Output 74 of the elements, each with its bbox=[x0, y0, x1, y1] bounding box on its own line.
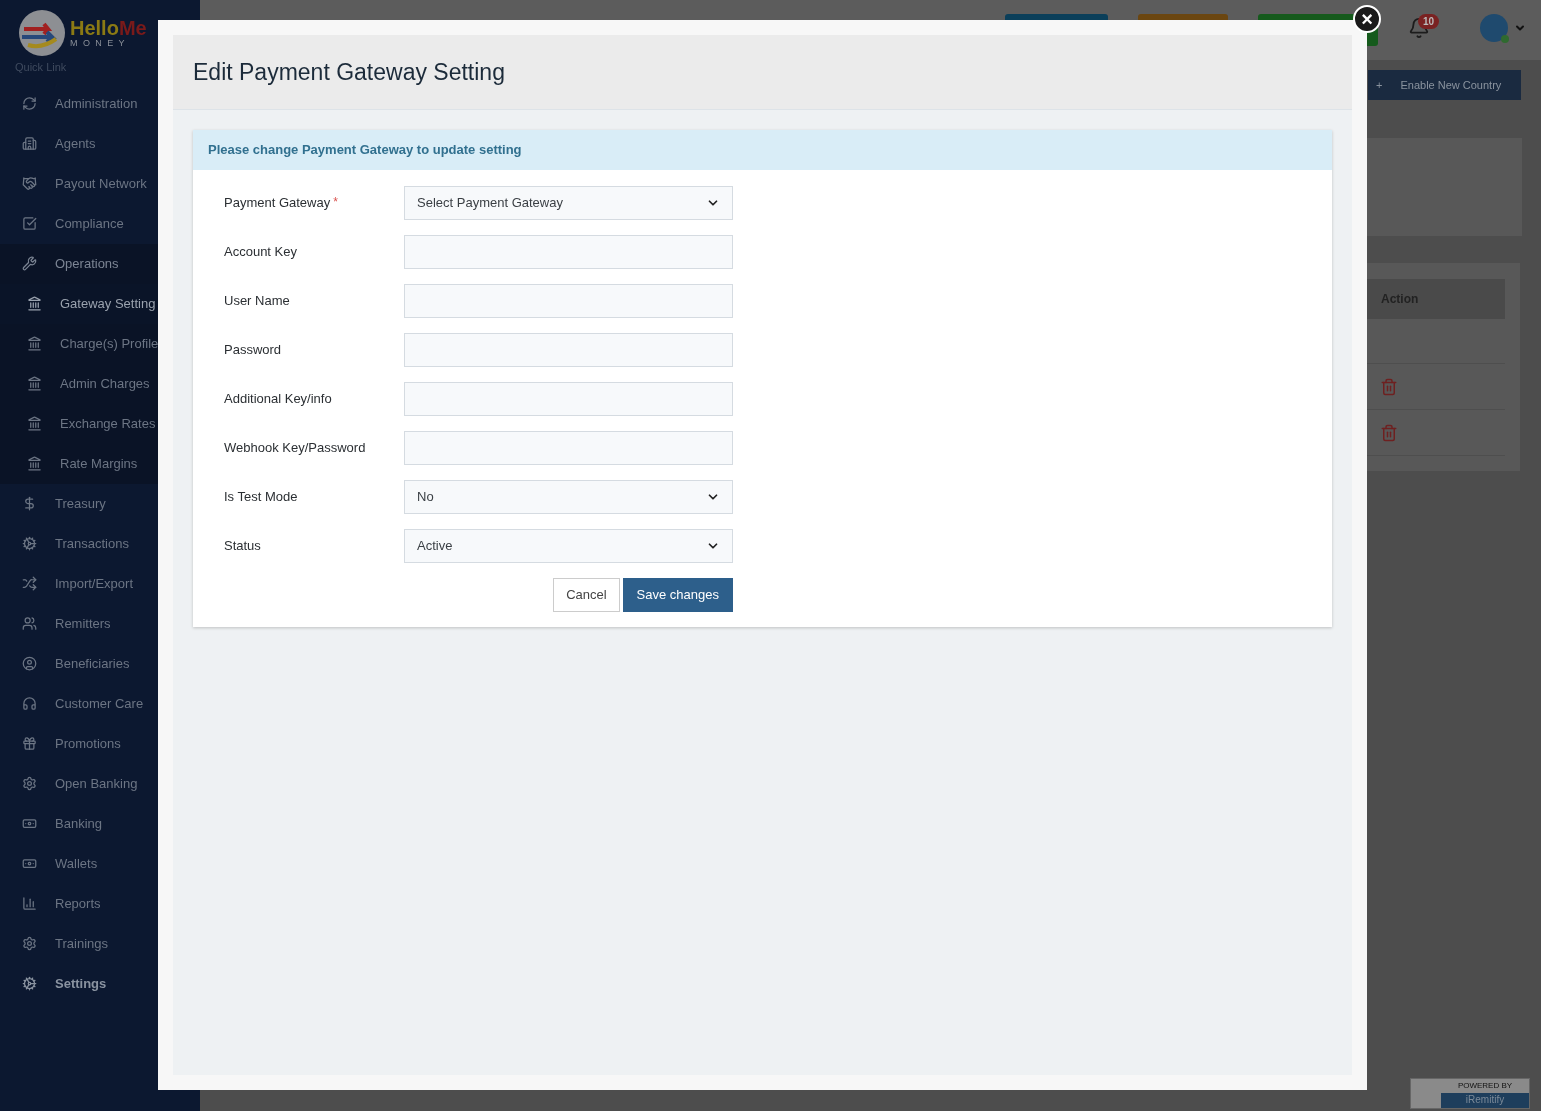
notification-badge: 10 bbox=[1418, 14, 1440, 29]
brand-subtitle: MONEY bbox=[70, 39, 131, 48]
select-field[interactable]: Active bbox=[404, 529, 733, 563]
sidebar-item[interactable]: Transactions bbox=[0, 523, 200, 564]
checkbox-icon bbox=[22, 216, 37, 231]
field-label: Account Key bbox=[224, 243, 297, 262]
sidebar-item[interactable]: Open Banking bbox=[0, 763, 200, 804]
sidebar-item[interactable]: Settings bbox=[0, 963, 200, 1004]
banknote-icon bbox=[22, 816, 37, 831]
input-field[interactable] bbox=[404, 284, 733, 318]
sidebar-item[interactable]: Exchange Rates bbox=[0, 403, 200, 444]
sidebar-item[interactable]: Reports bbox=[0, 883, 200, 924]
bank-icon bbox=[27, 376, 42, 391]
sidebar-item[interactable]: Promotions bbox=[0, 723, 200, 764]
save-button[interactable]: Save changes bbox=[622, 578, 733, 612]
sidebar-item[interactable]: Import/Export bbox=[0, 563, 200, 604]
select-field[interactable]: No bbox=[404, 480, 733, 514]
alert-text: Please change Payment Gateway to update setting bbox=[208, 141, 522, 160]
bank-icon bbox=[27, 416, 42, 431]
field-label: Additional Key/info bbox=[224, 390, 332, 409]
sidebar-item[interactable]: Charge(s) Profile bbox=[0, 323, 200, 364]
settings-icon bbox=[22, 936, 37, 951]
field-label: User Name bbox=[224, 292, 290, 311]
brand-name: Hello bbox=[70, 18, 119, 38]
sidebar-item[interactable]: Wallets bbox=[0, 843, 200, 884]
sidebar-item[interactable]: Customer Care bbox=[0, 683, 200, 724]
required-mark: * bbox=[333, 194, 338, 212]
bank-icon bbox=[27, 296, 42, 311]
select-field[interactable]: Select Payment Gateway bbox=[404, 186, 733, 220]
sidebar-item[interactable]: Admin Charges bbox=[0, 363, 200, 404]
refresh-icon bbox=[22, 96, 37, 111]
bar-chart-icon bbox=[22, 896, 37, 911]
field-label: Webhook Key/Password bbox=[224, 439, 366, 458]
field-label: Payment Gateway bbox=[224, 194, 331, 213]
bank-icon bbox=[27, 456, 42, 471]
sidebar-item[interactable]: Agents bbox=[0, 123, 200, 164]
powered-by-caption: POWERED BY bbox=[1456, 1080, 1514, 1092]
sidebar-item[interactable]: Remitters bbox=[0, 603, 200, 644]
sidebar-item[interactable]: Payout Network bbox=[0, 163, 200, 204]
wrench-icon bbox=[22, 256, 37, 271]
dollar-icon bbox=[22, 496, 37, 511]
trash-icon[interactable] bbox=[1380, 377, 1398, 396]
cogs-icon bbox=[22, 976, 37, 991]
settings-icon bbox=[22, 776, 37, 791]
user-avatar[interactable] bbox=[1480, 14, 1508, 42]
powered-by-name: iRemitify bbox=[1441, 1093, 1529, 1108]
trash-icon[interactable] bbox=[1380, 423, 1398, 442]
input-field[interactable] bbox=[404, 431, 733, 465]
shuffle-icon bbox=[22, 576, 37, 591]
building-icon bbox=[22, 136, 37, 151]
input-field[interactable] bbox=[404, 235, 733, 269]
input-field[interactable] bbox=[404, 333, 733, 367]
cancel-button[interactable]: Cancel bbox=[553, 578, 620, 612]
sidebar-item[interactable]: Treasury bbox=[0, 483, 200, 524]
sidebar-item[interactable]: Banking bbox=[0, 803, 200, 844]
enable-country-button[interactable]: + Enable New Country bbox=[1368, 70, 1521, 100]
user-icon bbox=[22, 656, 37, 671]
sidebar-item[interactable]: Beneficiaries bbox=[0, 643, 200, 684]
handshake-icon bbox=[22, 176, 37, 191]
cogs-icon bbox=[22, 536, 37, 551]
bank-icon bbox=[27, 336, 42, 351]
brand-name-accent: Me bbox=[118, 18, 147, 38]
field-label: Is Test Mode bbox=[224, 488, 298, 507]
sidebar-item[interactable]: Compliance bbox=[0, 203, 200, 244]
sidebar-item[interactable]: Trainings bbox=[0, 923, 200, 964]
sidebar-item[interactable]: Rate Margins bbox=[0, 443, 200, 484]
gift-icon bbox=[22, 736, 37, 751]
logo-icon bbox=[18, 9, 66, 57]
input-field[interactable] bbox=[404, 382, 733, 416]
field-label: Status bbox=[224, 537, 261, 556]
field-label: Password bbox=[224, 341, 282, 360]
banknote-icon bbox=[22, 856, 37, 871]
users-icon bbox=[22, 616, 37, 631]
headphones-icon bbox=[22, 696, 37, 711]
